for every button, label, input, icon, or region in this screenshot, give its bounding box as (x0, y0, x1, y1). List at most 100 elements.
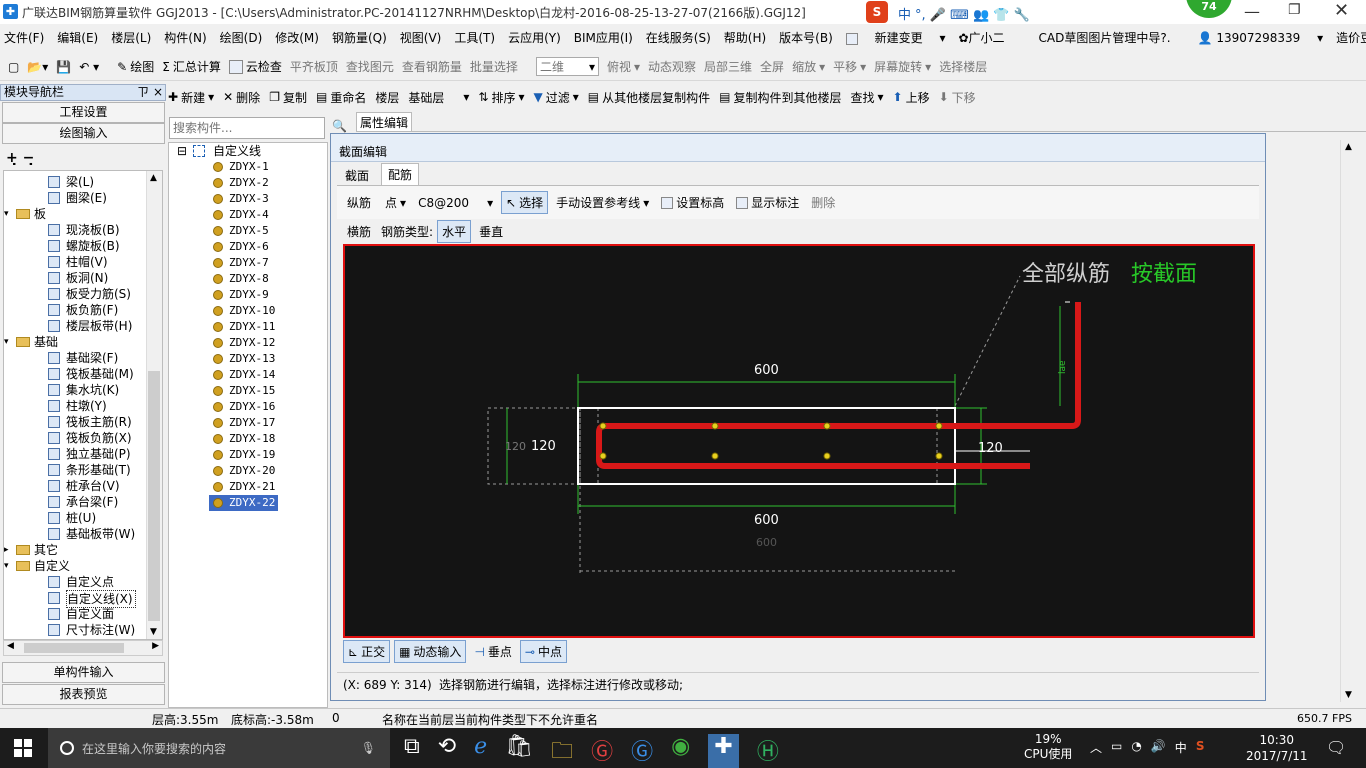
menu-draw[interactable]: 绘图(D) (220, 29, 263, 46)
filter-button[interactable]: ▼ 过滤 ▾ (533, 89, 578, 106)
list-item[interactable]: ZDYX-8 (169, 271, 327, 287)
menu-online[interactable]: 在线服务(S) (646, 29, 711, 46)
tray-sogou-icon[interactable]: S (1196, 739, 1205, 756)
tray-lang[interactable]: 中 (1175, 739, 1187, 756)
nav-tree-item[interactable]: 板洞(N) (4, 270, 162, 286)
list-item[interactable]: ZDYX-2 (169, 175, 327, 191)
minimize-button[interactable]: — (1244, 2, 1260, 21)
expander-icon[interactable]: ▾ (4, 558, 9, 574)
nav-tree-scrollbar[interactable]: ▲ ▼ (146, 171, 162, 639)
menu-rebar[interactable]: 钢筋量(Q) (332, 29, 387, 46)
nav-tree-item[interactable]: 集水坑(K) (4, 382, 162, 398)
undo-icon[interactable]: ↶ ▾ (79, 60, 99, 74)
list-item[interactable]: ZDYX-10 (169, 303, 327, 319)
zoom-button[interactable]: 缩放 ▾ (792, 58, 825, 75)
tray-network-icon[interactable]: ◔ (1131, 739, 1141, 756)
nav-tree-item[interactable]: ▸ 其它 (4, 542, 162, 558)
list-item[interactable]: ZDYX-12 (169, 335, 327, 351)
list-item[interactable]: ZDYX-5 (169, 223, 327, 239)
app-green-icon[interactable]: ◉ (671, 734, 690, 768)
nav-tree-item[interactable]: 条形基础(T) (4, 462, 162, 478)
list-item[interactable]: ZDYX-16 (169, 399, 327, 415)
list-item[interactable]: ZDYX-22 (169, 495, 327, 511)
nav-tree-item[interactable]: 筏板基础(M) (4, 366, 162, 382)
close-window-button[interactable]: ✕ (1334, 0, 1349, 21)
menu-cloud[interactable]: 云应用(Y) (508, 29, 561, 46)
tab-reinforcement[interactable]: 配筋 (381, 163, 420, 186)
nav-tree-item[interactable]: ▾ 基础 (4, 334, 162, 350)
list-item[interactable]: ZDYX-6 (169, 239, 327, 255)
app-spiral-icon[interactable]: ⟲ (438, 734, 456, 768)
list-item[interactable]: ZDYX-1 (169, 159, 327, 175)
tab-property-edit[interactable]: 属性编辑 (356, 112, 412, 132)
nav-tree-item[interactable]: 尺寸标注(W) (4, 622, 162, 638)
nav-tree-item[interactable]: 现浇板(B) (4, 222, 162, 238)
mic-icon[interactable]: 🎙 (361, 741, 376, 755)
top-view-button[interactable]: 俯视 ▾ (607, 58, 640, 75)
nav-tree-item[interactable]: 桩(U) (4, 510, 162, 526)
app-g-blue-icon[interactable]: Ⓖ (631, 734, 653, 768)
draw-input-button[interactable]: 绘图输入 (2, 123, 165, 144)
menu-version[interactable]: 版本号(B) (779, 29, 833, 46)
ortho-button[interactable]: ⊾ 正交 (343, 640, 391, 663)
sum-button[interactable]: Σ 汇总计算 (162, 58, 221, 75)
single-input-button[interactable]: 单构件输入 (2, 662, 165, 683)
menu-view[interactable]: 视图(V) (400, 29, 442, 46)
menu-guangxiaoer[interactable]: ✿广小二 (958, 29, 1017, 46)
draw-button[interactable]: ✎ 绘图 (117, 58, 154, 75)
expander-icon[interactable]: ▸ (4, 542, 9, 558)
find-button[interactable]: 查找 ▾ (850, 89, 883, 106)
list-item[interactable]: ZDYX-18 (169, 431, 327, 447)
component-search-input[interactable] (169, 117, 325, 139)
expander-icon[interactable]: ▾ (4, 206, 9, 222)
dynamic-view-button[interactable]: 动态观察 (648, 58, 696, 75)
menu-tools[interactable]: 工具(T) (454, 29, 495, 46)
scroll-up-icon[interactable]: ▲ (150, 173, 157, 183)
dynamic-input-button[interactable]: ▦ 动态输入 (394, 640, 467, 663)
floor-select[interactable]: 基础层 ▾ (408, 89, 469, 106)
engineering-settings-button[interactable]: 工程设置 (2, 102, 165, 123)
horizontal-button[interactable]: 水平 (437, 219, 472, 243)
menu-help[interactable]: 帮助(H) (724, 29, 766, 46)
search-icon[interactable]: 🔍 (332, 119, 347, 133)
point-select[interactable]: 点 ▾ (381, 192, 410, 213)
nav-tree-item[interactable]: 板受力筋(S) (4, 286, 162, 302)
nav-tree-item[interactable]: 圈梁(E) (4, 190, 162, 206)
explorer-icon[interactable]: 🗀 (551, 734, 573, 768)
nav-tree-item[interactable]: 自定义点 (4, 574, 162, 590)
menu-edit[interactable]: 编辑(E) (57, 29, 98, 46)
list-item[interactable]: ZDYX-3 (169, 191, 327, 207)
tray-volume-icon[interactable]: 🔊 (1151, 739, 1166, 756)
local-3d-button[interactable]: 局部三维 (704, 58, 752, 75)
nav-tree-item[interactable]: ▾ 板 (4, 206, 162, 222)
batch-select-button[interactable]: 批量选择 (470, 58, 518, 75)
copy-button[interactable]: ❐ 复制 (269, 89, 307, 106)
notification-icon[interactable]: 🗨 (1326, 738, 1346, 757)
view-mode-select[interactable]: 二维 ▾ (535, 57, 599, 76)
collapse-icon[interactable]: ⊟ (177, 143, 187, 159)
list-item[interactable]: ZDYX-9 (169, 287, 327, 303)
scroll-thumb[interactable] (148, 371, 160, 621)
menu-floor[interactable]: 楼层(L) (111, 29, 151, 46)
flat-top-button[interactable]: 平齐板顶 (290, 58, 338, 75)
new-file-icon[interactable]: ▢ (8, 60, 19, 74)
copy-to-floor-button[interactable]: ▤ 复制构件到其他楼层 (719, 89, 841, 106)
nav-tree-item[interactable]: 螺旋板(B) (4, 238, 162, 254)
rotate-button[interactable]: 屏幕旋转 ▾ (874, 58, 931, 75)
menu-component[interactable]: 构件(N) (164, 29, 206, 46)
tray-battery-icon[interactable]: ▭ (1111, 739, 1122, 756)
sogou-icon[interactable]: S (866, 1, 888, 23)
view-rebar-button[interactable]: 查看钢筋量 (402, 58, 462, 75)
midpoint-button[interactable]: ⊸ 中点 (519, 640, 567, 663)
nav-tree-item[interactable]: 独立基础(P) (4, 446, 162, 462)
menu-file[interactable]: 文件(F) (4, 29, 44, 46)
menu-cad[interactable]: CAD草图图片管理中导?. (1039, 29, 1171, 46)
nav-tree-item[interactable]: 柱墩(Y) (4, 398, 162, 414)
nav-close-icon[interactable]: × (153, 85, 163, 100)
copy-from-floor-button[interactable]: ▤ 从其他楼层复制构件 (588, 89, 710, 106)
nav-tree-item[interactable]: 梁(L) (4, 174, 162, 190)
save-icon[interactable]: 💾 (56, 60, 71, 74)
expander-icon[interactable]: ▾ (4, 334, 9, 350)
list-item[interactable]: ZDYX-19 (169, 447, 327, 463)
find-element-button[interactable]: 查找图元 (346, 58, 394, 75)
